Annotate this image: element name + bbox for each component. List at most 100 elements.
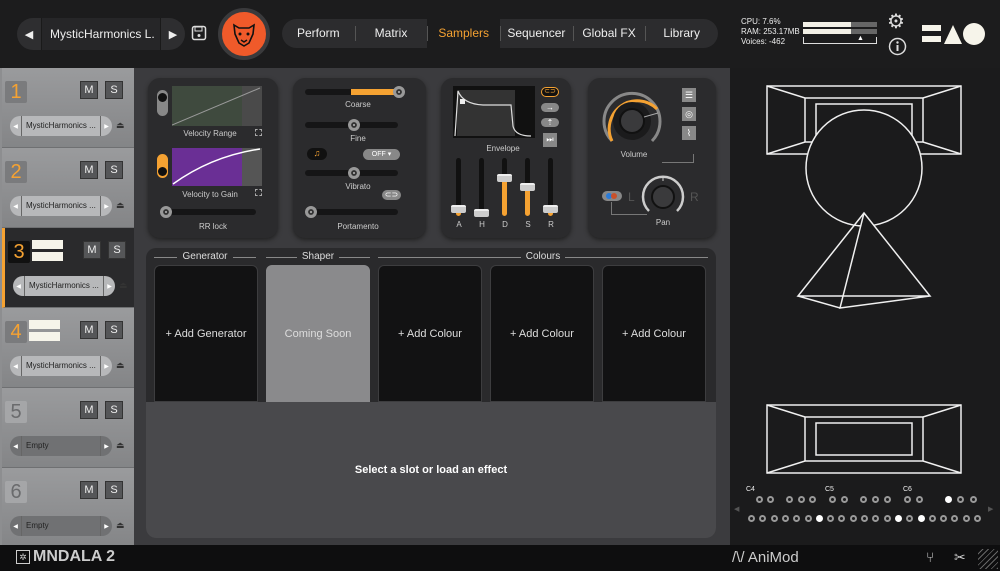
coarse-slider[interactable] bbox=[305, 89, 398, 95]
next-preset-button[interactable]: ▶ bbox=[161, 28, 185, 41]
key-dot[interactable] bbox=[929, 515, 936, 522]
link-icon[interactable]: ⊂⊃ bbox=[382, 190, 401, 200]
mute-button[interactable]: M bbox=[80, 481, 98, 499]
upload-icon[interactable]: ⇡ bbox=[541, 118, 559, 127]
next-preset-button[interactable]: ▶ bbox=[104, 283, 115, 290]
eject-icon[interactable]: ⏏ bbox=[116, 360, 125, 371]
sampler-slot-5[interactable]: 5 M S ◀Empty▶ ⏏ bbox=[2, 388, 134, 468]
gear-icon[interactable]: ⚙ bbox=[887, 9, 905, 34]
slot-preset-selector[interactable]: ◀Empty▶ bbox=[10, 516, 112, 536]
velocity-gain-graph[interactable] bbox=[172, 148, 262, 186]
portamento-knob[interactable] bbox=[305, 206, 317, 218]
mute-button[interactable]: M bbox=[83, 241, 101, 259]
rr-lock-slider[interactable] bbox=[166, 209, 256, 215]
eject-icon[interactable]: ⏏ bbox=[116, 520, 125, 531]
slot-preset-selector[interactable]: ◀MysticHarmonics ...▶ bbox=[10, 196, 112, 216]
resize-handle[interactable] bbox=[978, 549, 998, 569]
slot-preset-selector[interactable]: ◀MysticHarmonics ...▶ bbox=[10, 356, 112, 376]
slider-handle[interactable] bbox=[474, 209, 489, 217]
key-dot[interactable] bbox=[816, 515, 823, 522]
slider-handle[interactable] bbox=[451, 205, 466, 213]
mute-button[interactable]: M bbox=[80, 401, 98, 419]
coarse-knob[interactable] bbox=[393, 86, 405, 98]
eject-icon[interactable]: ⏏ bbox=[116, 440, 125, 451]
next-preset-button[interactable]: ▶ bbox=[101, 363, 112, 370]
key-dot[interactable] bbox=[963, 515, 970, 522]
volume-knob[interactable] bbox=[598, 83, 666, 151]
mute-button[interactable]: M bbox=[80, 81, 98, 99]
key-dot[interactable] bbox=[782, 515, 789, 522]
note-sync-icon[interactable]: ♫ bbox=[307, 148, 327, 160]
sampler-slot-2[interactable]: 2 M S ◀MysticHarmonics ...▶ ⏏ bbox=[2, 148, 134, 228]
next-preset-button[interactable]: ▶ bbox=[101, 443, 112, 450]
key-dot[interactable] bbox=[884, 496, 891, 503]
add-colour-slot[interactable]: + Add Colour bbox=[490, 265, 594, 402]
key-dot[interactable] bbox=[945, 496, 952, 503]
expand-icon[interactable] bbox=[255, 189, 262, 196]
key-dot[interactable] bbox=[798, 496, 805, 503]
add-colour-slot[interactable]: + Add Colour bbox=[378, 265, 482, 402]
solo-button[interactable]: S bbox=[105, 161, 123, 179]
tuning-fork-icon[interactable]: ⑂ bbox=[926, 549, 934, 565]
key-dot[interactable] bbox=[970, 496, 977, 503]
key-dot[interactable] bbox=[957, 496, 964, 503]
key-dot[interactable] bbox=[786, 496, 793, 503]
key-dot[interactable] bbox=[884, 515, 891, 522]
drop-icon[interactable]: ◎ bbox=[682, 107, 696, 121]
envelope-h-slider[interactable] bbox=[479, 158, 484, 216]
preset-name[interactable]: MysticHarmonics L. bbox=[41, 18, 161, 50]
solo-button[interactable]: S bbox=[105, 81, 123, 99]
sampler-slot-4[interactable]: 4 M S ◀MysticHarmonics ...▶ ⏏ bbox=[2, 308, 134, 388]
key-dot[interactable] bbox=[916, 496, 923, 503]
prev-preset-button[interactable]: ◀ bbox=[17, 28, 41, 41]
expand-icon[interactable] bbox=[255, 129, 262, 136]
slot-preset-selector[interactable]: ◀Empty▶ bbox=[10, 436, 112, 456]
key-dot[interactable] bbox=[771, 515, 778, 522]
tab-sequencer[interactable]: Sequencer bbox=[500, 19, 573, 48]
prev-preset-button[interactable]: ◀ bbox=[10, 443, 21, 450]
key-dot[interactable] bbox=[841, 496, 848, 503]
add-colour-slot[interactable]: + Add Colour bbox=[602, 265, 706, 402]
key-dot[interactable] bbox=[756, 496, 763, 503]
master-volume-slider[interactable]: ▲ bbox=[803, 37, 877, 44]
eject-icon[interactable]: ⏏ bbox=[116, 200, 125, 211]
key-dot[interactable] bbox=[767, 496, 774, 503]
disconnect-icon[interactable]: ✂ bbox=[954, 549, 966, 566]
envelope-graph[interactable] bbox=[453, 86, 535, 138]
filter-icon[interactable]: ⌇ bbox=[682, 126, 696, 140]
slider-handle[interactable] bbox=[520, 183, 535, 191]
rr-lock-knob[interactable] bbox=[160, 206, 172, 218]
key-dot[interactable] bbox=[872, 496, 879, 503]
skip-forward-icon[interactable]: ⏭ bbox=[543, 133, 557, 147]
key-dot[interactable] bbox=[829, 496, 836, 503]
prev-preset-button[interactable]: ◀ bbox=[13, 283, 24, 290]
tab-samplers[interactable]: Samplers bbox=[427, 19, 500, 48]
velocity-range-toggle[interactable] bbox=[157, 90, 168, 116]
key-dot[interactable] bbox=[974, 515, 981, 522]
slider-handle[interactable] bbox=[497, 174, 512, 182]
prev-preset-button[interactable]: ◀ bbox=[10, 123, 21, 130]
tab-library[interactable]: Library bbox=[645, 19, 718, 48]
solo-button[interactable]: S bbox=[105, 321, 123, 339]
save-icon[interactable] bbox=[191, 25, 207, 41]
eject-icon[interactable]: ⏏ bbox=[116, 120, 125, 131]
mixer-icon[interactable]: ☰ bbox=[682, 88, 696, 102]
fine-knob[interactable] bbox=[348, 119, 360, 131]
preset-selector[interactable]: ◀ MysticHarmonics L. ▶ bbox=[17, 18, 185, 50]
key-dot[interactable] bbox=[748, 515, 755, 522]
key-dot[interactable] bbox=[904, 496, 911, 503]
sampler-slot-3[interactable]: 3 M S ◀MysticHarmonics ...▶ ⏏ bbox=[2, 228, 134, 308]
next-preset-button[interactable]: ▶ bbox=[101, 203, 112, 210]
eject-icon[interactable]: ⏏ bbox=[119, 280, 128, 291]
pan-knob[interactable] bbox=[640, 172, 686, 218]
envelope-d-slider[interactable] bbox=[502, 158, 507, 216]
key-dot[interactable] bbox=[809, 496, 816, 503]
key-dot[interactable] bbox=[850, 515, 857, 522]
vibrato-knob[interactable] bbox=[348, 167, 360, 179]
sampler-slot-1[interactable]: 1 M S ◀MysticHarmonics ...▶ ⏏ bbox=[2, 68, 134, 148]
arrow-right-icon[interactable]: → bbox=[541, 103, 559, 112]
tab-perform[interactable]: Perform bbox=[282, 19, 355, 48]
link-icon[interactable]: ⊂⊃ bbox=[541, 87, 559, 97]
key-dot[interactable] bbox=[895, 515, 902, 522]
prev-preset-button[interactable]: ◀ bbox=[10, 203, 21, 210]
